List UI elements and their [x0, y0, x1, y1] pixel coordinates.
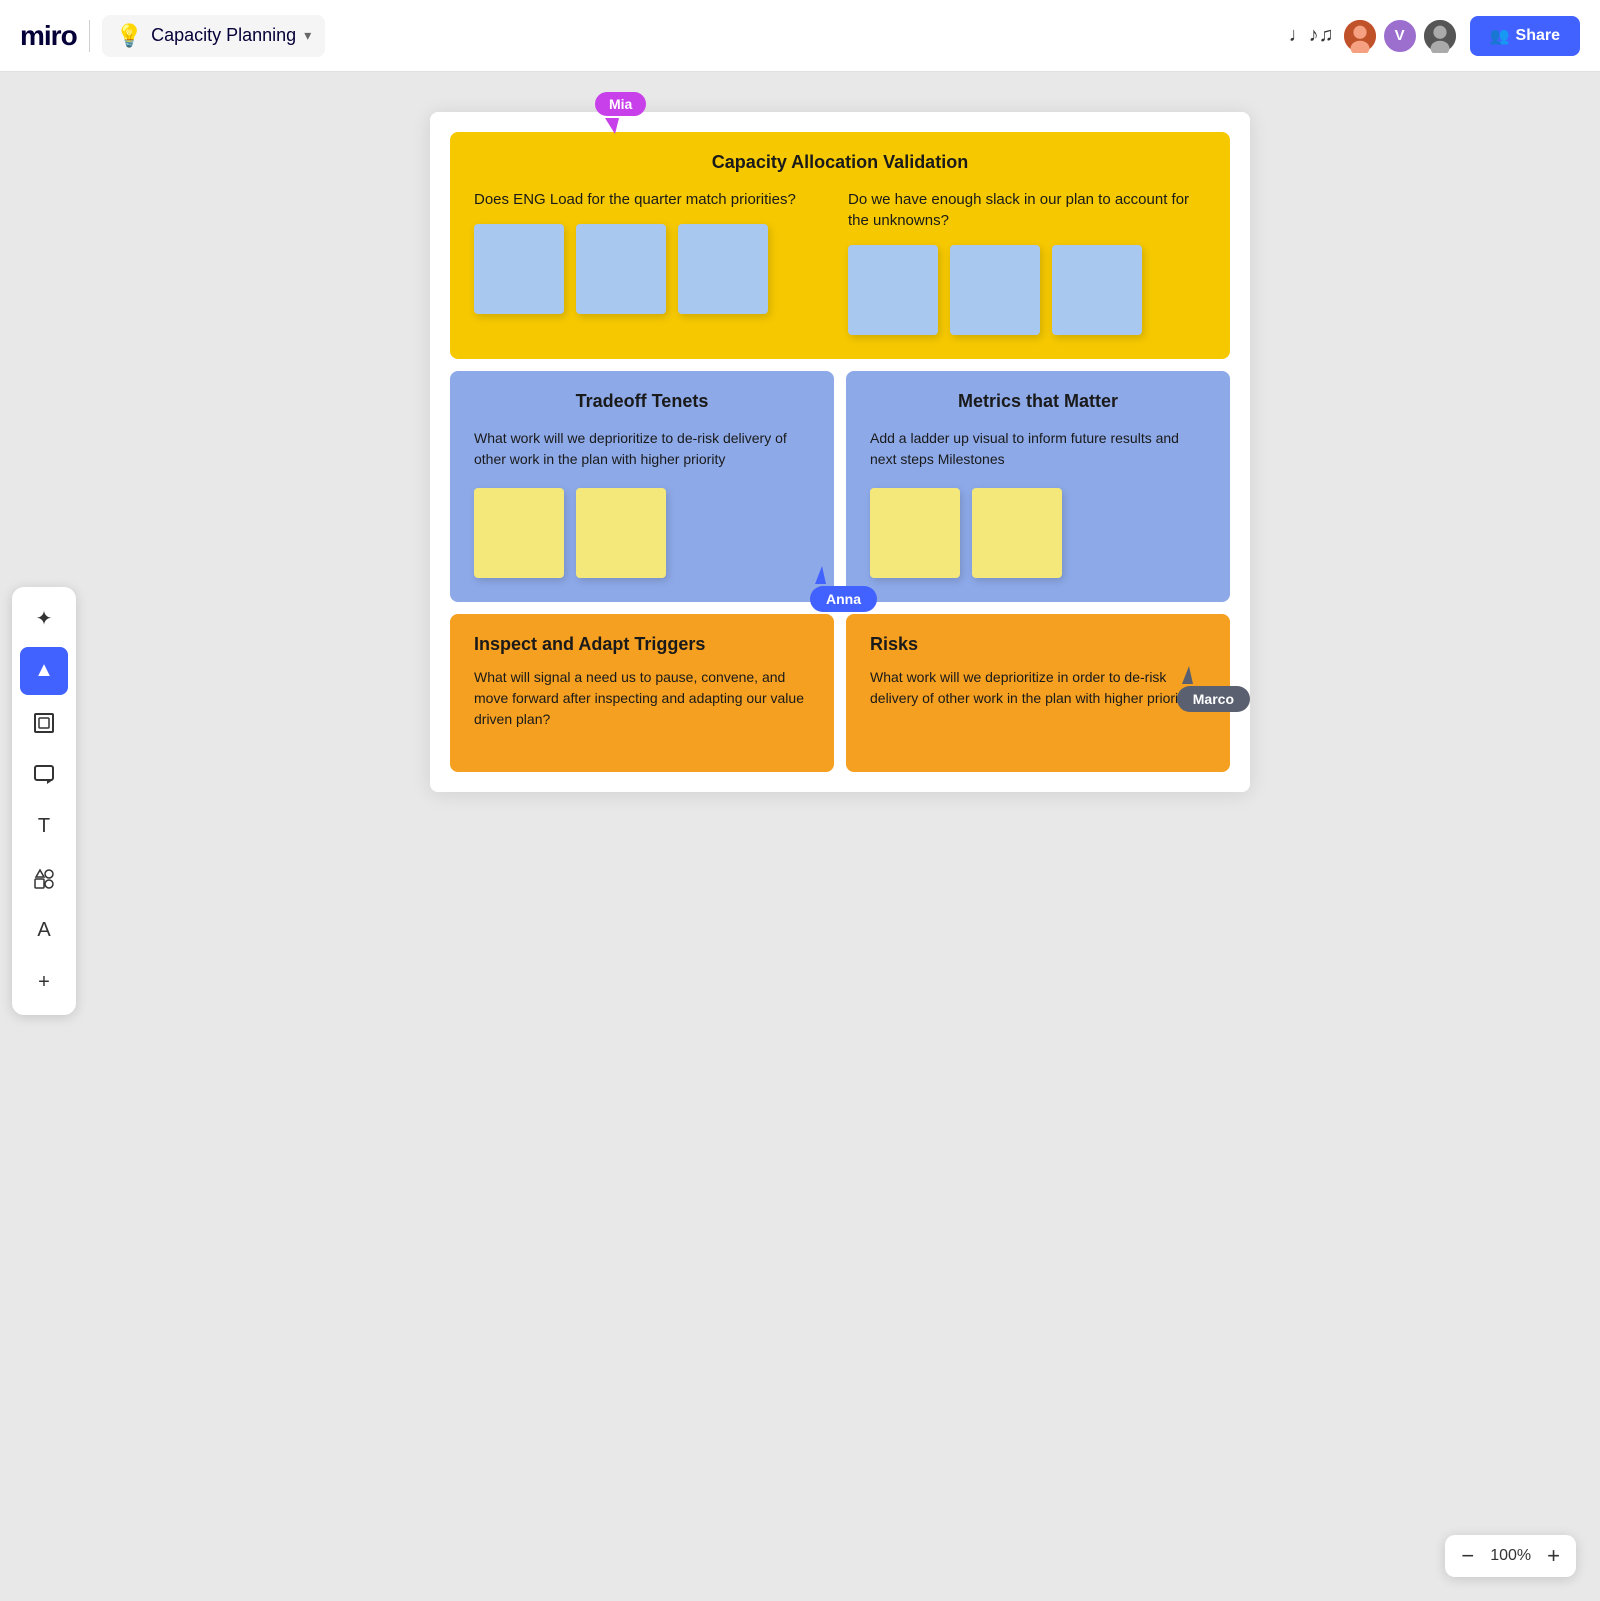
avatar-user3 — [1422, 18, 1458, 54]
risks-body: What work will we deprioritize in order … — [870, 667, 1206, 709]
sticky-note-yellow-3 — [870, 488, 960, 578]
section-tradeoff: Tradeoff Tenets What work will we deprio… — [450, 371, 834, 602]
sticky-note-blue-1 — [474, 224, 564, 314]
zoom-control: − 100% + — [1445, 1535, 1576, 1577]
cursor-anna-label: Anna — [810, 586, 877, 612]
sticky-note-blue-5 — [950, 245, 1040, 335]
share-label: Share — [1516, 27, 1560, 45]
left-toolbar: ✦ ▲ T A + — [12, 587, 76, 1015]
col1-stickies — [474, 224, 832, 314]
cursor-tool-button[interactable]: ▲ — [20, 647, 68, 695]
cursor-anna-arrow — [815, 566, 826, 584]
sticky-note-yellow-1 — [474, 488, 564, 578]
risks-title: Risks — [870, 634, 1206, 655]
board-title-button[interactable]: 💡 Capacity Planning ▾ — [102, 15, 326, 57]
chevron-down-icon: ▾ — [304, 27, 311, 44]
sticky-note-blue-4 — [848, 245, 938, 335]
sticky-note-yellow-2 — [576, 488, 666, 578]
metrics-title: Metrics that Matter — [870, 391, 1206, 412]
inspect-title: Inspect and Adapt Triggers — [474, 634, 810, 655]
cursor-marco-label: Marco — [1177, 686, 1250, 712]
sticky-note-blue-6 — [1052, 245, 1142, 335]
metrics-stickies — [870, 488, 1206, 578]
cursor-anna: Anna — [810, 566, 877, 612]
board: Mia Capacity Allocation Validation Does … — [430, 112, 1250, 792]
add-tool-button[interactable]: + — [20, 959, 68, 1007]
cursor-mia: Mia — [595, 92, 646, 134]
zoom-level: 100% — [1490, 1547, 1531, 1565]
section-risks: Risks What work will we deprioritize in … — [846, 614, 1230, 772]
sticky-note-blue-2 — [576, 224, 666, 314]
cursor-marco: Marco — [1177, 666, 1250, 712]
board-title-text: Capacity Planning — [151, 25, 296, 46]
cursor-marco-arrow — [1182, 666, 1193, 684]
header-left: miro 💡 Capacity Planning ▾ — [20, 15, 325, 57]
sticky-note-yellow-4 — [972, 488, 1062, 578]
col-eng-load: Does ENG Load for the quarter match prio… — [474, 189, 832, 335]
cursor-mia-arrow — [605, 118, 619, 134]
avatar-user1 — [1342, 18, 1378, 54]
col2-stickies — [848, 245, 1206, 335]
music-note-icon: ♩♪♫ — [1289, 24, 1334, 47]
col2-question: Do we have enough slack in our plan to a… — [848, 189, 1206, 231]
header-right: ♩♪♫ V 👥 Share — [1289, 16, 1580, 56]
capacity-allocation-title: Capacity Allocation Validation — [474, 152, 1206, 173]
share-icon: 👥 — [1490, 26, 1510, 46]
frames-tool-button[interactable] — [20, 699, 68, 747]
col1-question: Does ENG Load for the quarter match prio… — [474, 189, 832, 210]
tradeoff-body: What work will we deprioritize to de-ris… — [474, 428, 810, 470]
capacity-allocation-columns: Does ENG Load for the quarter match prio… — [474, 189, 1206, 335]
share-button[interactable]: 👥 Share — [1470, 16, 1580, 56]
metrics-body: Add a ladder up visual to inform future … — [870, 428, 1206, 470]
font-tool-button[interactable]: A — [20, 907, 68, 955]
section-row-3: Inspect and Adapt Triggers What will sig… — [450, 614, 1230, 772]
sticky-note-blue-3 — [678, 224, 768, 314]
cursor-mia-label: Mia — [595, 92, 646, 116]
collab-icons: ♩♪♫ V — [1289, 18, 1458, 54]
tradeoff-stickies — [474, 488, 810, 578]
header: miro 💡 Capacity Planning ▾ ♩♪♫ V 👥 Share — [0, 0, 1600, 72]
text-tool-button[interactable]: T — [20, 803, 68, 851]
section-capacity-allocation: Capacity Allocation Validation Does ENG … — [450, 132, 1230, 359]
inspect-body: What will signal a need us to pause, con… — [474, 667, 810, 730]
canvas-area: Mia Capacity Allocation Validation Does … — [0, 72, 1600, 1601]
section-row-2: Tradeoff Tenets What work will we deprio… — [450, 371, 1230, 602]
col-slack: Do we have enough slack in our plan to a… — [848, 189, 1206, 335]
zoom-out-button[interactable]: − — [1461, 1545, 1474, 1567]
section-metrics: Metrics that Matter Add a ladder up visu… — [846, 371, 1230, 602]
bulb-icon: 💡 — [116, 23, 143, 49]
avatar-user2: V — [1382, 18, 1418, 54]
miro-logo: miro — [20, 20, 77, 52]
magic-tool-button[interactable]: ✦ — [20, 595, 68, 643]
tradeoff-title: Tradeoff Tenets — [474, 391, 810, 412]
zoom-in-button[interactable]: + — [1547, 1545, 1560, 1567]
section-inspect: Inspect and Adapt Triggers What will sig… — [450, 614, 834, 772]
shapes-tool-button[interactable] — [20, 855, 68, 903]
header-divider — [89, 20, 90, 52]
sticky-tool-button[interactable] — [20, 751, 68, 799]
